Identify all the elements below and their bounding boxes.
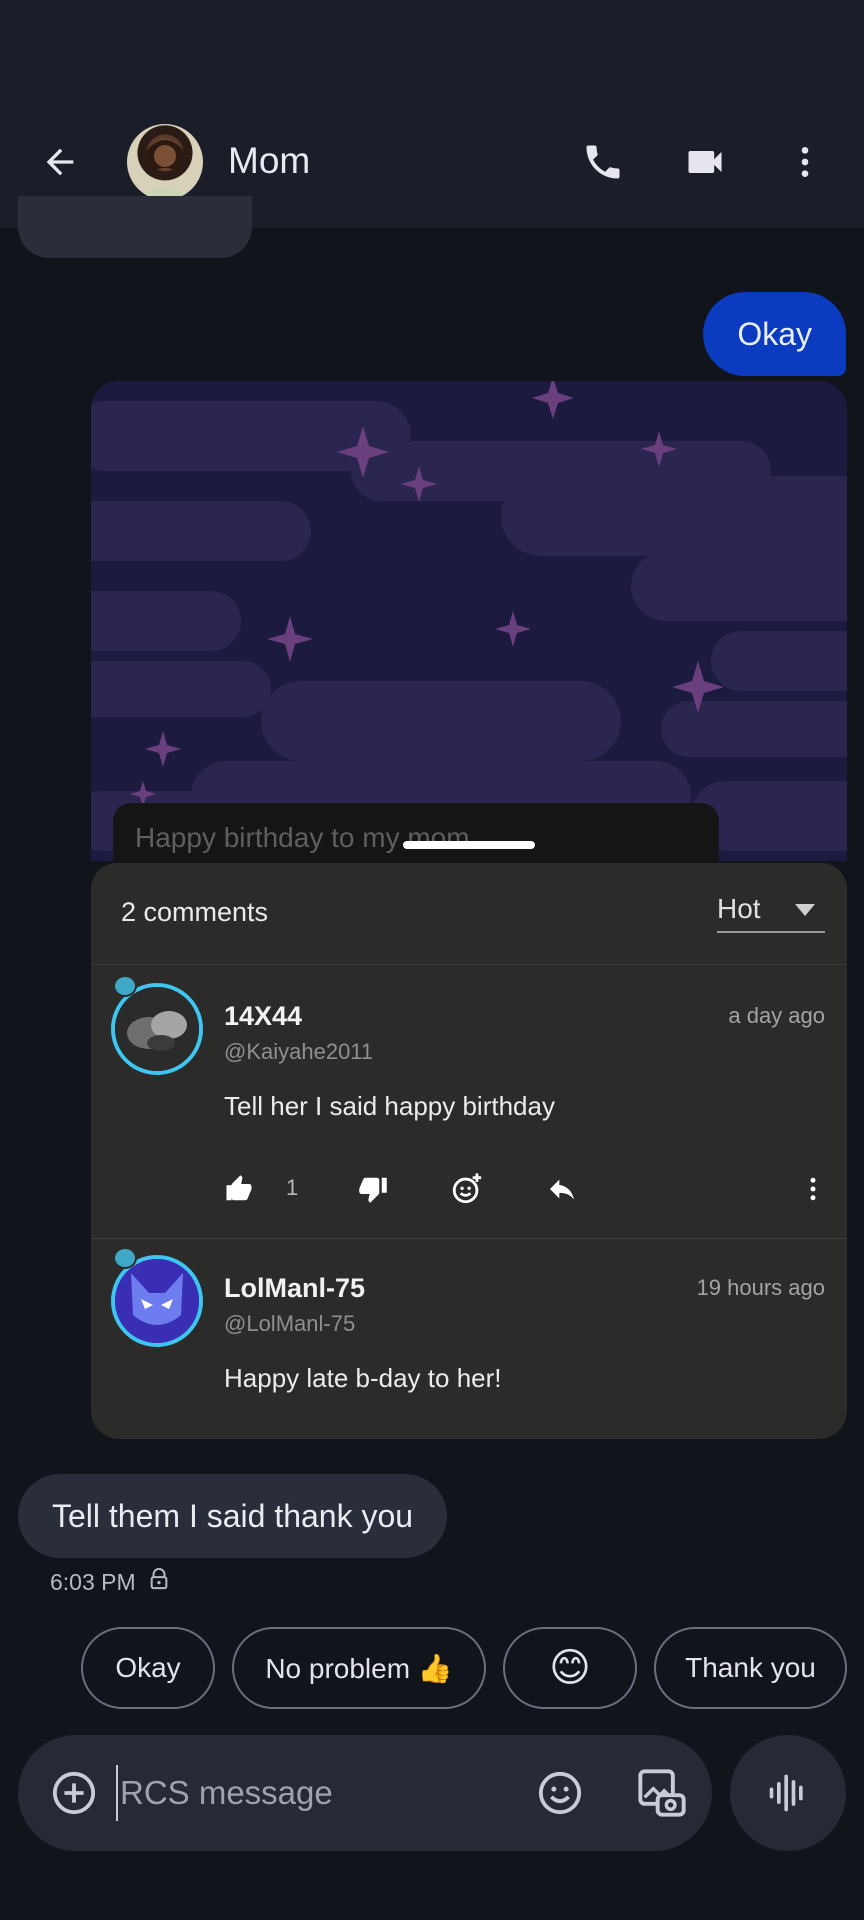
more-vert-icon[interactable] [775,132,835,192]
smart-reply-chip[interactable]: 😊 [503,1627,637,1709]
badge-icon [113,1247,137,1269]
message-input[interactable] [116,1765,516,1821]
comment-item: LolManl-75 @LolManl-75 19 hours ago Happ… [91,1243,847,1439]
comment-item: 14X44 @Kaiyahe2011 a day ago Tell her I … [91,971,847,1239]
message-time: 6:03 PM [50,1568,136,1595]
add-attachment-icon[interactable] [44,1763,104,1823]
voice-message-icon[interactable] [730,1735,846,1851]
comment-time: a day ago [728,1003,825,1028]
comment-actions: 1 [224,1169,834,1209]
sort-value: Hot [717,893,761,924]
compose-bar [18,1735,712,1851]
sort-dropdown[interactable]: Hot [717,887,825,933]
previous-message-bubble [18,196,252,258]
like-count: 1 [286,1175,299,1200]
post-image: Happy birthday to my mom [91,381,847,873]
status-bar [0,0,864,110]
commenter-handle: @LolManl-75 [224,1311,356,1336]
comments-header: 2 comments Hot [91,863,847,965]
comment-time: 19 hours ago [696,1275,825,1300]
smart-reply-chip[interactable]: Thank you [654,1627,847,1709]
shared-post-card[interactable]: Happy birthday to my mom 2 comments Hot [91,381,847,1439]
drag-handle[interactable] [403,841,535,849]
back-arrow-icon[interactable] [30,132,90,192]
thumbs-up-icon[interactable] [224,1169,254,1209]
add-reaction-icon[interactable] [450,1169,484,1209]
contact-name[interactable]: Mom [228,140,310,182]
thumbs-down-icon[interactable] [358,1169,388,1209]
outgoing-message-bubble[interactable]: Okay [703,292,846,376]
comments-count: 2 comments [121,897,269,927]
incoming-message-bubble[interactable]: Tell them I said thank you [18,1474,448,1558]
lock-icon [148,1567,170,1596]
smart-reply-chip[interactable]: Okay [81,1627,215,1709]
commenter-name[interactable]: 14X44 [224,1001,302,1032]
contact-avatar[interactable] [127,124,203,200]
caret-down-icon [795,903,815,921]
smart-reply-chip[interactable]: No problem 👍 [232,1627,486,1709]
comment-text: Happy late b-day to her! [224,1363,502,1393]
gallery-icon[interactable] [630,1761,694,1825]
commenter-name[interactable]: LolManl-75 [224,1273,365,1304]
emoji-icon[interactable] [530,1763,590,1823]
comment-more-icon[interactable] [798,1169,828,1209]
reply-icon[interactable] [546,1169,578,1209]
post-caption-text: Happy birthday to my mom [135,822,470,853]
badge-icon [113,975,137,997]
comments-panel: 2 comments Hot 14X44 @Kaiyahe2011 a day … [91,863,847,1439]
commenter-handle: @Kaiyahe2011 [224,1039,374,1064]
video-call-icon[interactable] [672,132,738,192]
comment-text: Tell her I said happy birthday [224,1091,555,1121]
phone-icon[interactable] [570,132,636,192]
message-meta: 6:03 PM [50,1567,170,1596]
messages-screen: Mom Okay Happy birthday to my mom 2 comm… [0,0,864,1920]
